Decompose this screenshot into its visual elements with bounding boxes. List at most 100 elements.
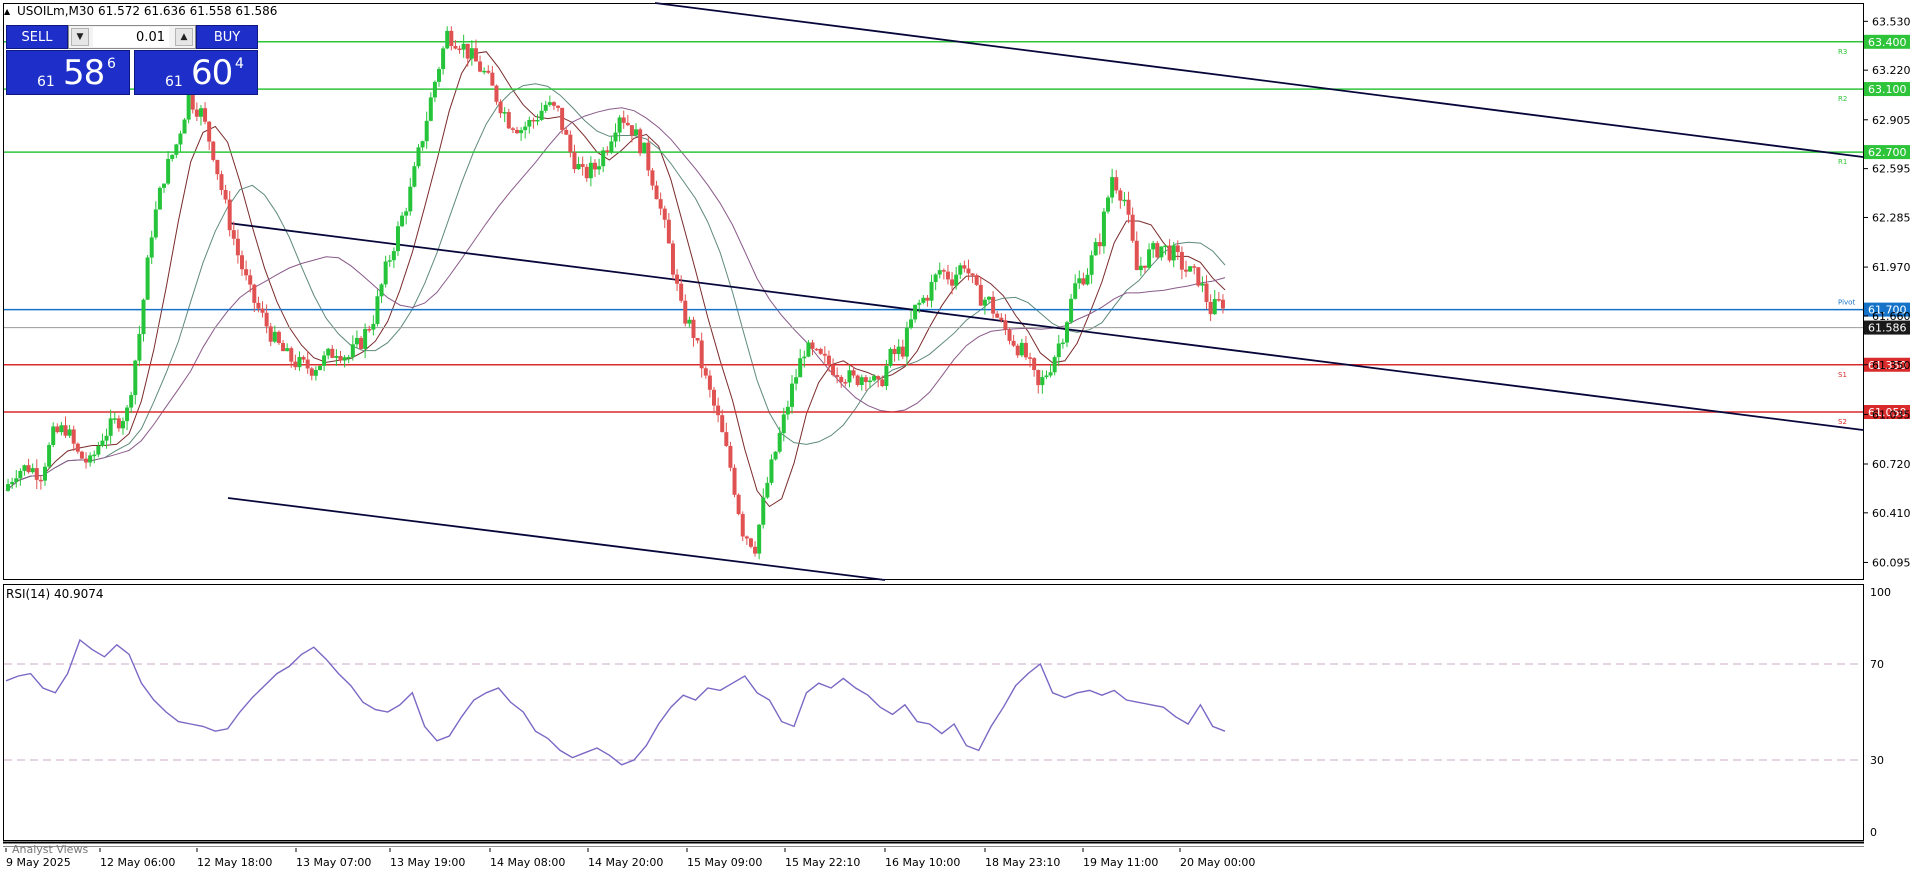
bear-candle[interactable] bbox=[473, 39, 478, 62]
bear-candle[interactable] bbox=[551, 101, 556, 111]
bear-candle[interactable] bbox=[227, 191, 232, 237]
bull-candle[interactable] bbox=[149, 230, 154, 265]
bull-candle[interactable] bbox=[547, 95, 552, 107]
bull-candle[interactable] bbox=[794, 368, 799, 391]
bull-candle[interactable] bbox=[42, 462, 47, 486]
bear-candle[interactable] bbox=[1007, 327, 1012, 345]
bear-candle[interactable] bbox=[1015, 343, 1020, 358]
bull-candle[interactable] bbox=[424, 111, 429, 149]
bear-candle[interactable] bbox=[720, 409, 725, 433]
sell-price-box[interactable]: 61 58 6 bbox=[6, 50, 130, 95]
bear-candle[interactable] bbox=[670, 240, 675, 280]
bull-candle[interactable] bbox=[1085, 268, 1090, 286]
bear-candle[interactable] bbox=[478, 55, 483, 73]
bear-candle[interactable] bbox=[1003, 313, 1008, 335]
bear-candle[interactable] bbox=[457, 45, 462, 54]
bull-candle[interactable] bbox=[141, 298, 146, 342]
bear-candle[interactable] bbox=[1023, 336, 1028, 360]
bull-candle[interactable] bbox=[1151, 240, 1156, 258]
lot-decrease-icon[interactable]: ▼ bbox=[71, 28, 89, 46]
bear-candle[interactable] bbox=[753, 541, 758, 557]
bull-candle[interactable] bbox=[129, 391, 134, 414]
bull-candle[interactable] bbox=[1044, 370, 1049, 380]
bull-candle[interactable] bbox=[909, 310, 914, 330]
bull-candle[interactable] bbox=[47, 442, 52, 469]
bull-candle[interactable] bbox=[954, 266, 959, 290]
bear-candle[interactable] bbox=[1036, 369, 1041, 394]
bear-candle[interactable] bbox=[359, 335, 364, 351]
bear-candle[interactable] bbox=[970, 273, 975, 284]
bear-candle[interactable] bbox=[309, 366, 314, 381]
bear-candle[interactable] bbox=[38, 475, 43, 490]
bull-candle[interactable] bbox=[166, 150, 171, 185]
bull-candle[interactable] bbox=[535, 114, 540, 126]
bull-candle[interactable] bbox=[1069, 293, 1074, 324]
bear-candle[interactable] bbox=[995, 310, 1000, 319]
bull-candle[interactable] bbox=[334, 349, 339, 366]
bull-candle[interactable] bbox=[847, 365, 852, 388]
bear-candle[interactable] bbox=[231, 221, 236, 246]
bull-candle[interactable] bbox=[1188, 265, 1193, 272]
bear-candle[interactable] bbox=[925, 294, 930, 307]
bear-candle[interactable] bbox=[818, 347, 823, 355]
bull-candle[interactable] bbox=[543, 100, 548, 113]
bull-candle[interactable] bbox=[391, 247, 396, 269]
bear-candle[interactable] bbox=[740, 511, 745, 542]
bull-candle[interactable] bbox=[1200, 276, 1205, 293]
bull-candle[interactable] bbox=[757, 523, 762, 560]
bull-candle[interactable] bbox=[395, 221, 400, 257]
bear-candle[interactable] bbox=[235, 229, 240, 264]
bull-candle[interactable] bbox=[929, 274, 934, 308]
bear-candle[interactable] bbox=[26, 458, 31, 474]
bear-candle[interactable] bbox=[941, 268, 946, 280]
bear-candle[interactable] bbox=[580, 156, 585, 176]
bull-candle[interactable] bbox=[178, 130, 183, 152]
bull-candle[interactable] bbox=[1212, 290, 1217, 315]
bear-candle[interactable] bbox=[1130, 207, 1135, 243]
bear-candle[interactable] bbox=[486, 65, 491, 75]
bear-candle[interactable] bbox=[1179, 246, 1184, 280]
bull-candle[interactable] bbox=[120, 417, 125, 435]
bear-candle[interactable] bbox=[79, 450, 84, 460]
bear-candle[interactable] bbox=[892, 345, 897, 362]
bull-candle[interactable] bbox=[597, 158, 602, 175]
bull-candle[interactable] bbox=[100, 433, 105, 448]
bull-candle[interactable] bbox=[404, 207, 409, 225]
bull-candle[interactable] bbox=[198, 104, 203, 126]
bull-candle[interactable] bbox=[354, 330, 359, 349]
bear-candle[interactable] bbox=[514, 126, 519, 135]
bear-candle[interactable] bbox=[605, 146, 610, 156]
bull-candle[interactable] bbox=[1093, 238, 1098, 256]
bear-candle[interactable] bbox=[1126, 191, 1131, 224]
bull-candle[interactable] bbox=[317, 365, 322, 371]
bull-candle[interactable] bbox=[1110, 168, 1115, 204]
bear-candle[interactable] bbox=[560, 107, 565, 135]
bull-candle[interactable] bbox=[285, 343, 290, 352]
bear-candle[interactable] bbox=[34, 459, 39, 490]
bear-candle[interactable] bbox=[736, 493, 741, 516]
bear-candle[interactable] bbox=[293, 354, 298, 371]
bull-candle[interactable] bbox=[1147, 243, 1152, 270]
bear-candle[interactable] bbox=[244, 260, 249, 281]
bear-candle[interactable] bbox=[449, 26, 454, 51]
bull-candle[interactable] bbox=[1048, 364, 1053, 378]
trendline-upper[interactable] bbox=[654, 2, 1864, 158]
bear-candle[interactable] bbox=[84, 452, 89, 469]
bear-candle[interactable] bbox=[966, 259, 971, 281]
bull-candle[interactable] bbox=[92, 450, 97, 464]
bear-candle[interactable] bbox=[658, 192, 663, 216]
bear-candle[interactable] bbox=[1196, 267, 1201, 288]
bull-candle[interactable] bbox=[527, 116, 532, 134]
bull-candle[interactable] bbox=[617, 115, 622, 142]
bear-candle[interactable] bbox=[621, 110, 626, 129]
bear-candle[interactable] bbox=[650, 167, 655, 191]
bear-candle[interactable] bbox=[978, 277, 983, 306]
bull-candle[interactable] bbox=[1171, 241, 1176, 268]
bear-candle[interactable] bbox=[814, 347, 819, 351]
bull-candle[interactable] bbox=[67, 424, 72, 438]
bear-candle[interactable] bbox=[305, 351, 310, 374]
bull-candle[interactable] bbox=[789, 375, 794, 414]
bear-candle[interactable] bbox=[211, 140, 216, 162]
bull-candle[interactable] bbox=[445, 26, 450, 50]
bull-candle[interactable] bbox=[412, 162, 417, 188]
